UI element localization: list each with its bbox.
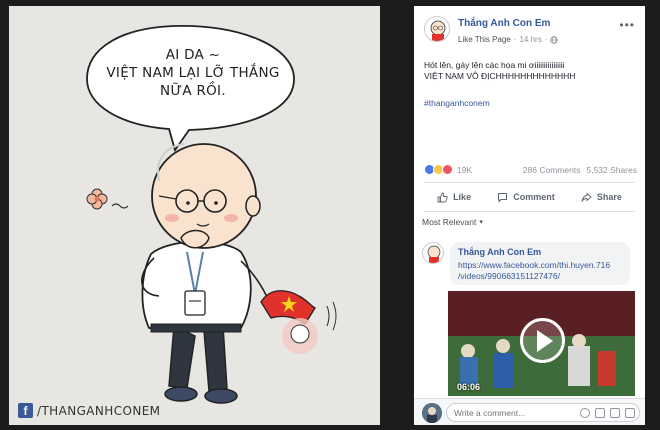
comment-bubble-icon (498, 192, 508, 203)
post-text-line-2: VIỆT NAM VÔ ĐỊCHHHHHHHHHHHHH (424, 71, 576, 81)
watermark-text: /THANGANHCONEM (37, 403, 161, 418)
meta-separator-2: · (544, 35, 548, 44)
share-arrow-icon (581, 192, 592, 202)
avatar-cartoon-icon (430, 20, 446, 41)
divider (424, 211, 635, 212)
globe-icon (550, 35, 559, 44)
comments-count-link[interactable]: 286 Comments (523, 165, 581, 175)
screen: AI DA ~ VIỆT NAM LẠI LỠ THẮNG NỮA RỒI. f… (0, 0, 660, 430)
camera-icon[interactable] (595, 408, 605, 418)
sort-label: Most Relevant (422, 217, 477, 227)
speech-line-2: VIỆT NAM LẠI LỠ THẮNG (106, 65, 280, 81)
reaction-summary[interactable]: 19K (424, 164, 472, 175)
post-actions: Like Comment Share (424, 186, 635, 208)
video-duration: 06:06 (457, 382, 481, 392)
comment-url-line-1: https://www.facebook.com/thi.huyen.716 (458, 260, 611, 270)
avatar-cartoon-icon (427, 245, 441, 263)
comment-url-link[interactable]: https://www.facebook.com/thi.huyen.716 /… (458, 260, 622, 282)
facebook-post-panel: Thắng Anh Con Em Like This Page · 14 hrs… (414, 6, 645, 425)
like-button[interactable]: Like (437, 192, 471, 203)
user-photo-icon (422, 403, 442, 423)
share-label: Share (596, 192, 622, 202)
more-options-button[interactable]: ••• (619, 18, 635, 32)
watermark: f /THANGANHCONEM (18, 403, 160, 418)
meta-separator: · (513, 35, 517, 44)
commenter-avatar[interactable] (422, 242, 444, 264)
composer-tools (580, 408, 635, 418)
play-button-icon[interactable] (520, 318, 565, 363)
shares-count-link[interactable]: 5,532 Shares (586, 165, 637, 175)
like-page-link[interactable]: Like This Page (458, 35, 511, 44)
share-button[interactable]: Share (581, 192, 622, 203)
reaction-count: 19K (457, 164, 473, 175)
emoji-icon[interactable] (580, 408, 590, 418)
comment-url-line-2: /videos/990663151127476/ (458, 271, 560, 281)
hashtag-link[interactable]: #thanganhconem (424, 98, 490, 108)
cartoon-image: AI DA ~ VIỆT NAM LẠI LỠ THẮNG NỮA RỒI. f… (9, 6, 380, 425)
comment-label: Comment (513, 192, 555, 202)
video-thumbnail[interactable]: 06:06 (448, 291, 635, 396)
divider (424, 182, 635, 183)
post-meta: Like This Page · 14 hrs · (458, 35, 559, 44)
like-label: Like (453, 192, 472, 202)
post-time[interactable]: 14 hrs (519, 35, 541, 44)
post-stats: 286 Comments 5,532 Shares (523, 165, 637, 175)
page-avatar[interactable] (424, 16, 450, 42)
gif-icon[interactable] (610, 408, 620, 418)
comment-author-link[interactable]: Thắng Anh Con Em (458, 247, 622, 257)
comment-sort-dropdown[interactable]: Most Relevant ▾ (422, 217, 483, 227)
love-reaction-icon (442, 164, 453, 175)
post-header: Thắng Anh Con Em Like This Page · 14 hrs… (414, 6, 645, 50)
speech-line-1: AI DA ~ (165, 47, 221, 63)
sticker-icon[interactable] (625, 408, 635, 418)
post-body: Hót lên, gáy lên các họa mi ơiiiiiiiiiii… (424, 60, 638, 82)
chevron-down-icon: ▾ (479, 219, 483, 226)
facebook-logo-icon: f (18, 403, 33, 418)
speech-bubble-text: AI DA ~ VIỆT NAM LẠI LỠ THẮNG NỮA RỒI. (104, 46, 282, 100)
comment-button[interactable]: Comment (497, 192, 555, 203)
post-text-line-1: Hót lên, gáy lên các họa mi ơiiiiiiiiiii… (424, 60, 565, 70)
comment-composer (414, 398, 645, 425)
comment-bubble: Thắng Anh Con Em https://www.facebook.co… (450, 242, 630, 285)
thumbs-up-icon (437, 192, 448, 202)
current-user-avatar (422, 403, 442, 423)
speech-line-3: NỮA RỒI. (160, 83, 226, 99)
page-name-link[interactable]: Thắng Anh Con Em (458, 18, 550, 29)
